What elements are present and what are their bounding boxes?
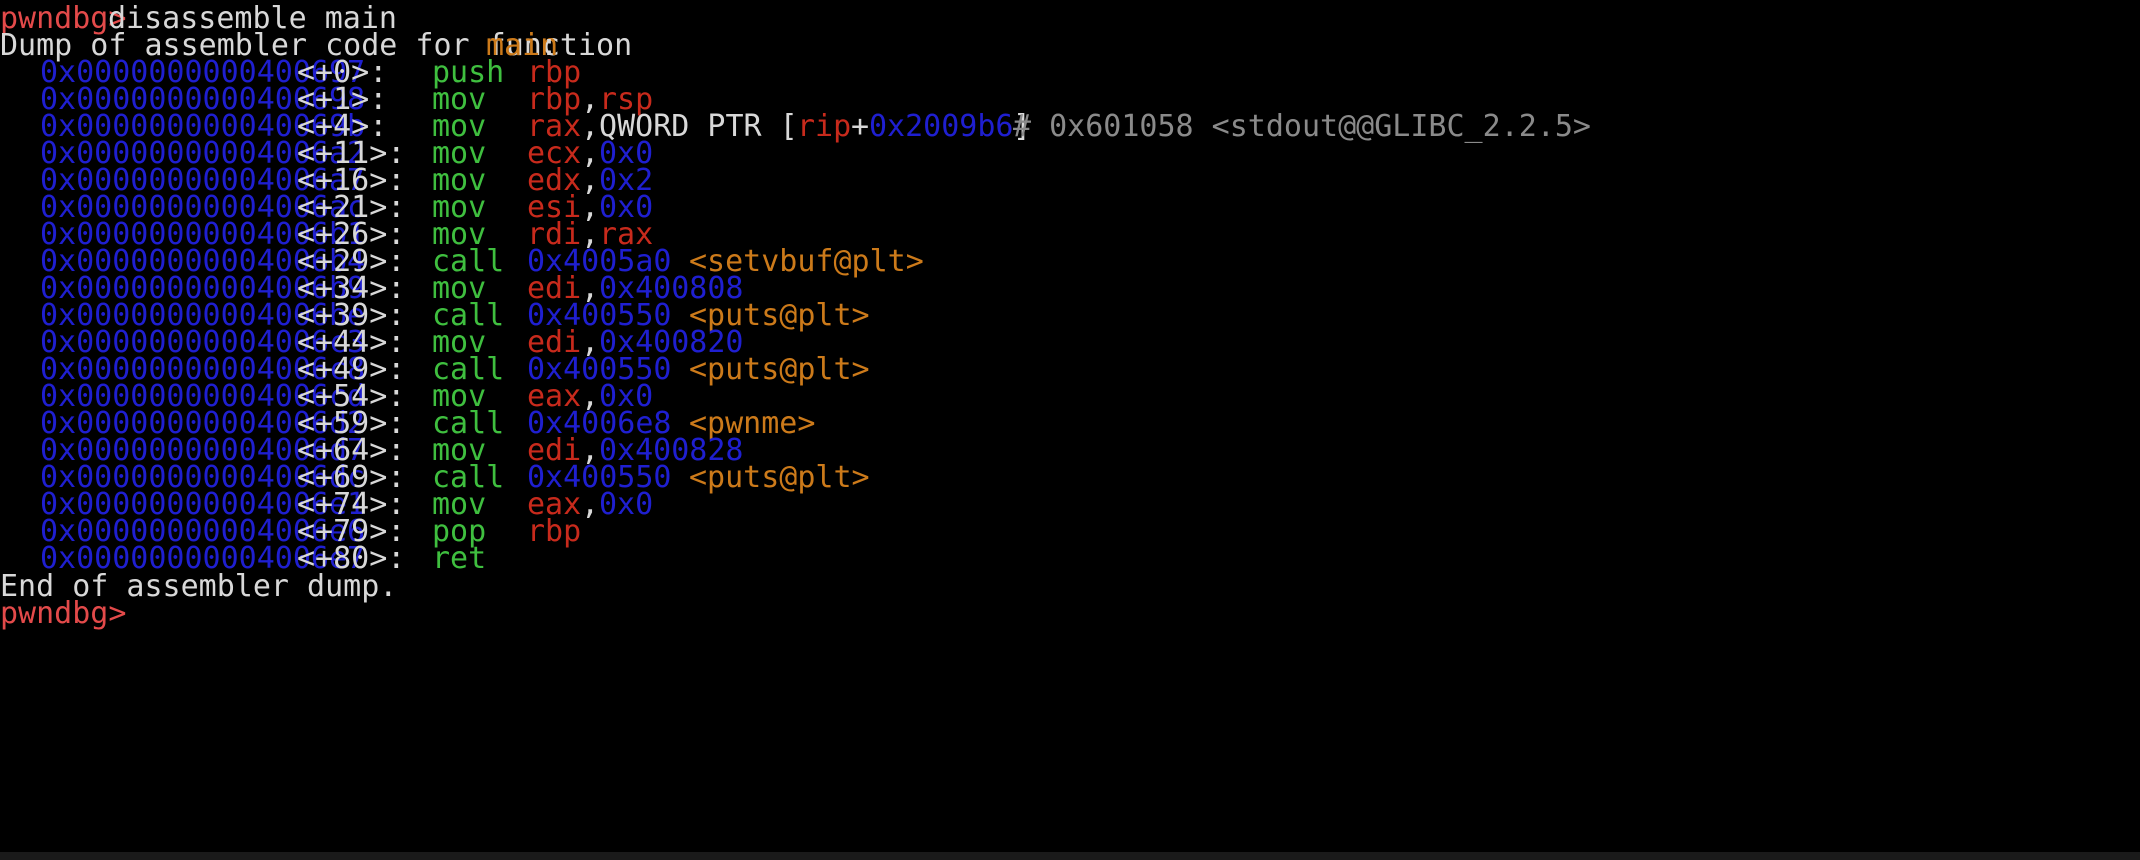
operand-punct: + <box>851 109 870 144</box>
operand-sym: <puts@plt> <box>689 460 870 495</box>
instruction-comment: # 0x601058 <stdout@@GLIBC_2.2.5> <box>1013 109 1591 144</box>
final-prompt: pwndbg> <box>0 596 127 631</box>
terminal-window[interactable]: pwndbg> disassemble main Dump of assembl… <box>0 0 2140 860</box>
operand-punct <box>671 459 689 496</box>
final-prompt-line[interactable]: pwndbg> <box>0 595 126 632</box>
operand-imm: 0x2009b6 <box>869 109 1014 144</box>
operand-reg: rip <box>797 109 852 144</box>
operand-sym: <puts@plt> <box>689 352 870 387</box>
operand-punct <box>671 351 689 388</box>
operand-punct: , <box>581 487 600 522</box>
bottom-border <box>0 852 2140 860</box>
operand-imm: 0x0 <box>599 487 654 522</box>
operand-reg: rbp <box>527 514 582 549</box>
instruction-mnemonic: ret <box>432 541 487 576</box>
